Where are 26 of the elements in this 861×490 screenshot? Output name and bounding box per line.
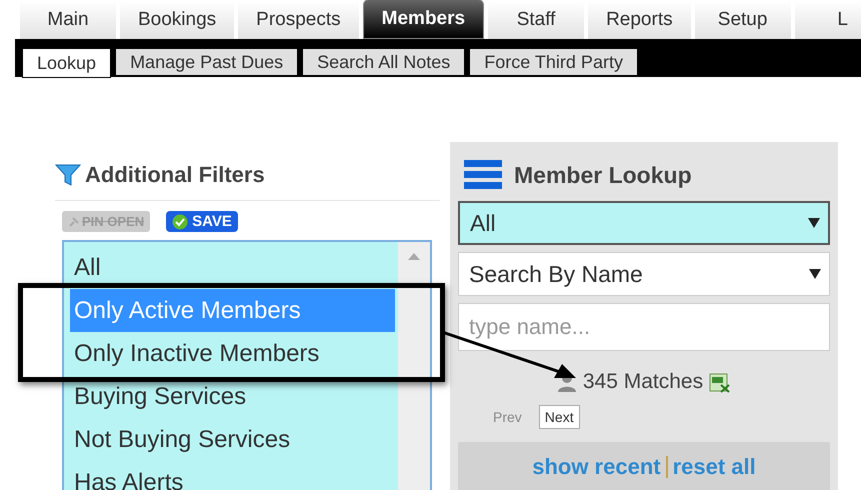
lookup-title: Member Lookup	[514, 162, 692, 188]
subtab[interactable]: Search All Notes	[302, 48, 466, 76]
name-input-field[interactable]: type name...	[458, 303, 830, 351]
subtab[interactable]: Force Third Party	[469, 48, 638, 76]
pin-icon	[68, 216, 80, 228]
subtab[interactable]: Manage Past Dues	[115, 48, 298, 76]
status-select[interactable]: All	[458, 201, 830, 245]
funnel-icon	[55, 162, 81, 188]
match-count: 345 Matches	[582, 370, 704, 394]
filter-option[interactable]: Buying Services	[70, 375, 395, 418]
next-button[interactable]: Next	[538, 405, 580, 429]
subtab[interactable]: Lookup	[22, 48, 112, 78]
nav-tab[interactable]: Members	[362, 0, 484, 39]
filter-option[interactable]: Not Buying Services	[70, 418, 395, 461]
filter-option[interactable]: Only Inactive Members	[70, 332, 395, 375]
menu-icon[interactable]	[464, 160, 502, 190]
check-icon	[172, 214, 188, 230]
filter-option[interactable]: Has Alerts	[70, 461, 395, 490]
filters-title: Additional Filters	[85, 162, 265, 188]
filter-option[interactable]: All	[70, 246, 395, 289]
search-by-select[interactable]: Search By Name	[458, 252, 830, 296]
save-button[interactable]: SAVE	[166, 211, 238, 232]
spreadsheet-icon[interactable]	[709, 371, 732, 393]
dropdown-caret-icon	[808, 218, 820, 228]
filter-listbox[interactable]: All Only Active Members Only Inactive Members Buying Services Not Buying Services Has Alerts	[62, 240, 432, 490]
dropdown-caret-icon	[809, 269, 821, 279]
